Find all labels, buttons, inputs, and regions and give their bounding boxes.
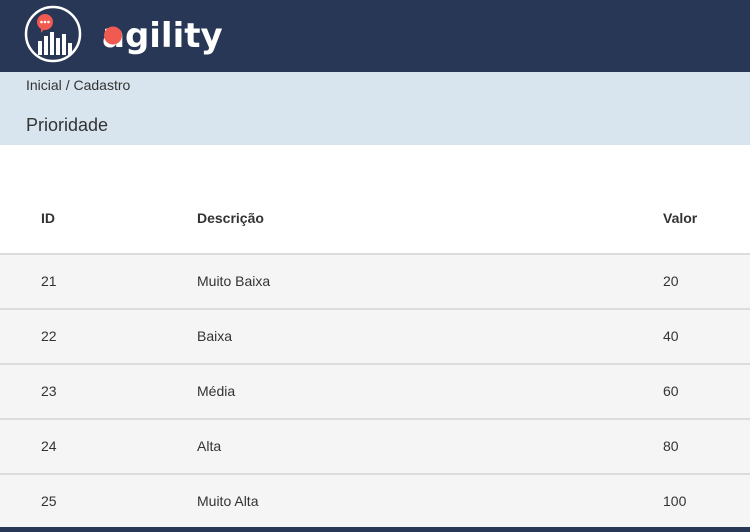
cell-id: 22 [41, 328, 57, 344]
cell-valor: 40 [663, 328, 679, 344]
table-row[interactable]: 25 Muito Alta 100 [0, 475, 750, 530]
cell-descricao: Média [197, 383, 236, 399]
table-row[interactable]: 24 Alta 80 [0, 420, 750, 475]
cell-valor: 60 [663, 383, 679, 399]
cell-valor: 80 [663, 438, 679, 454]
breadcrumb-home[interactable]: Inicial [26, 77, 62, 93]
cell-descricao: Alta [197, 438, 222, 454]
cell-descricao: Baixa [197, 328, 233, 344]
cell-id: 23 [41, 383, 57, 399]
cell-descricao: Muito Baixa [197, 273, 271, 289]
breadcrumb-current[interactable]: Cadastro [73, 77, 130, 93]
table-row[interactable]: 21 Muito Baixa 20 [0, 255, 750, 310]
column-header-id[interactable]: ID [41, 208, 55, 228]
priority-table: ID Descrição Valor 21 Muito Baixa 20 22 … [0, 145, 750, 530]
table-row[interactable]: 22 Baixa 40 [0, 310, 750, 365]
cell-id: 24 [41, 438, 57, 454]
agility-wordmark[interactable]: agility [102, 10, 242, 58]
breadcrumb: Inicial / Cadastro [26, 75, 130, 95]
cell-id: 25 [41, 493, 57, 509]
cell-descricao: Muito Alta [197, 493, 259, 509]
page-title: Prioridade [26, 115, 109, 135]
cell-valor: 20 [663, 273, 679, 289]
cell-valor: 100 [663, 493, 687, 509]
cell-id: 21 [41, 273, 57, 289]
page-header: Inicial / Cadastro Prioridade [0, 72, 750, 145]
breadcrumb-separator: / [65, 77, 70, 93]
table-row[interactable]: 23 Média 60 [0, 365, 750, 420]
agility-logo-icon[interactable] [24, 5, 82, 63]
footer-bar [0, 527, 750, 532]
column-header-valor[interactable]: Valor [663, 208, 697, 228]
column-header-descricao[interactable]: Descrição [197, 208, 264, 228]
table-header: ID Descrição Valor [0, 145, 750, 255]
top-navbar: agility [0, 0, 750, 72]
